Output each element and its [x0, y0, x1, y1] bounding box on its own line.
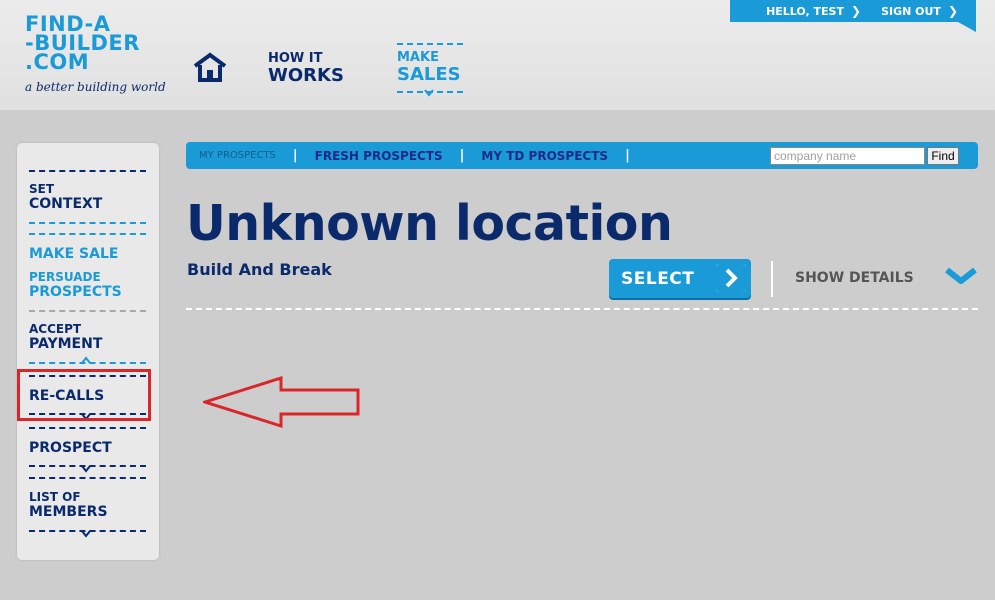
prospects-tab-bar: MY PROSPECTS | FRESH PROSPECTS | MY TD P… [186, 142, 978, 169]
chevron-down-icon [81, 465, 91, 473]
sidebar-divider [29, 233, 146, 235]
chevron-down-icon [81, 530, 91, 538]
sidebar-item-label-small: PERSUADE [29, 270, 101, 284]
show-details-toggle[interactable]: SHOW DETAILS [795, 270, 914, 286]
sidebar-item-prospect[interactable]: PROSPECT [29, 440, 112, 456]
tab-my-prospects[interactable]: MY PROSPECTS [199, 150, 276, 161]
find-button[interactable]: Find [927, 147, 959, 165]
chevron-right-icon [716, 264, 746, 292]
sidebar-item-label-small: LIST OF [29, 490, 81, 504]
sidebar-item-label: MEMBERS [29, 504, 108, 520]
sidebar-divider [29, 170, 146, 172]
sidebar-item-persuade-prospects[interactable]: PERSUADE PROSPECTS [29, 270, 122, 300]
sidebar-item-make-sale[interactable]: MAKE SALE [29, 246, 118, 262]
sidebar-item-set-context[interactable]: SET CONTEXT [29, 182, 102, 212]
sidebar-item-label: MAKE SALE [29, 246, 119, 262]
annotation-highlight-box [17, 369, 151, 421]
sidebar: SET CONTEXT MAKE SALE PERSUADE PROSPECTS… [17, 143, 159, 560]
sidebar-divider [29, 477, 146, 479]
home-icon[interactable] [193, 52, 227, 82]
logo-tagline: a better building world [25, 80, 166, 94]
greeting-label: HELLO, TEST [766, 4, 844, 18]
tab-my-td-prospects[interactable]: MY TD PROSPECTS [481, 149, 608, 163]
sidebar-divider [29, 310, 146, 312]
chevron-down-icon[interactable] [944, 266, 978, 286]
nav-make-sales-big: SALES [397, 64, 461, 85]
sidebar-divider [29, 427, 146, 429]
chevron-right-icon: ❯ [947, 4, 958, 18]
sidebar-item-label-small: SET [29, 182, 55, 196]
sidebar-item-label-small: ACCEPT [29, 322, 82, 336]
vertical-divider [771, 261, 773, 297]
sidebar-item-accept-payment[interactable]: ACCEPT PAYMENT [29, 322, 102, 352]
logo-line-3: .COM [25, 50, 90, 74]
tab-separator: | [292, 148, 298, 163]
sidebar-item-label: CONTEXT [29, 196, 103, 212]
page-title: Unknown location [186, 195, 673, 252]
sidebar-divider [29, 222, 146, 224]
content-divider [186, 308, 978, 310]
nav-divider [397, 43, 463, 45]
sidebar-item-label: PROSPECT [29, 440, 112, 456]
nav-make-sales-small: MAKE [397, 50, 439, 65]
tab-fresh-prospects[interactable]: FRESH PROSPECTS [315, 149, 443, 163]
sign-out-label: SIGN OUT [881, 4, 941, 18]
sidebar-item-label: PROSPECTS [29, 284, 122, 300]
sidebar-item-list-of-members[interactable]: LIST OF MEMBERS [29, 490, 108, 520]
select-button-label: SELECT [621, 268, 695, 289]
chevron-down-icon [424, 89, 434, 97]
greeting-link[interactable]: HELLO, TEST ❯ [766, 4, 861, 18]
sign-out-link[interactable]: SIGN OUT ❯ [881, 4, 958, 18]
nav-divider [397, 89, 463, 97]
tab-separator: | [459, 148, 465, 163]
sidebar-item-label: PAYMENT [29, 336, 103, 352]
user-bar: HELLO, TEST ❯ SIGN OUT ❯ [730, 0, 976, 22]
site-logo[interactable]: FIND-A -BUILDER .COM a better building w… [25, 14, 175, 95]
nav-how-it-works-big: WORKS [268, 65, 344, 86]
select-button[interactable]: SELECT [609, 259, 751, 298]
annotation-arrow-icon [203, 376, 360, 429]
nav-how-it-works[interactable]: HOW IT WORKS [268, 52, 344, 86]
nav-make-sales[interactable]: MAKE SALES [397, 43, 463, 97]
chevron-right-icon: ❯ [851, 4, 862, 18]
chevron-up-icon [81, 356, 91, 364]
nav-how-it-works-small: HOW IT [268, 51, 323, 66]
page-subtitle: Build And Break [187, 260, 332, 279]
user-bar-tail [958, 22, 976, 32]
company-search-input[interactable] [770, 147, 925, 165]
site-header: FIND-A -BUILDER .COM a better building w… [0, 0, 995, 110]
tab-separator: | [625, 148, 630, 163]
